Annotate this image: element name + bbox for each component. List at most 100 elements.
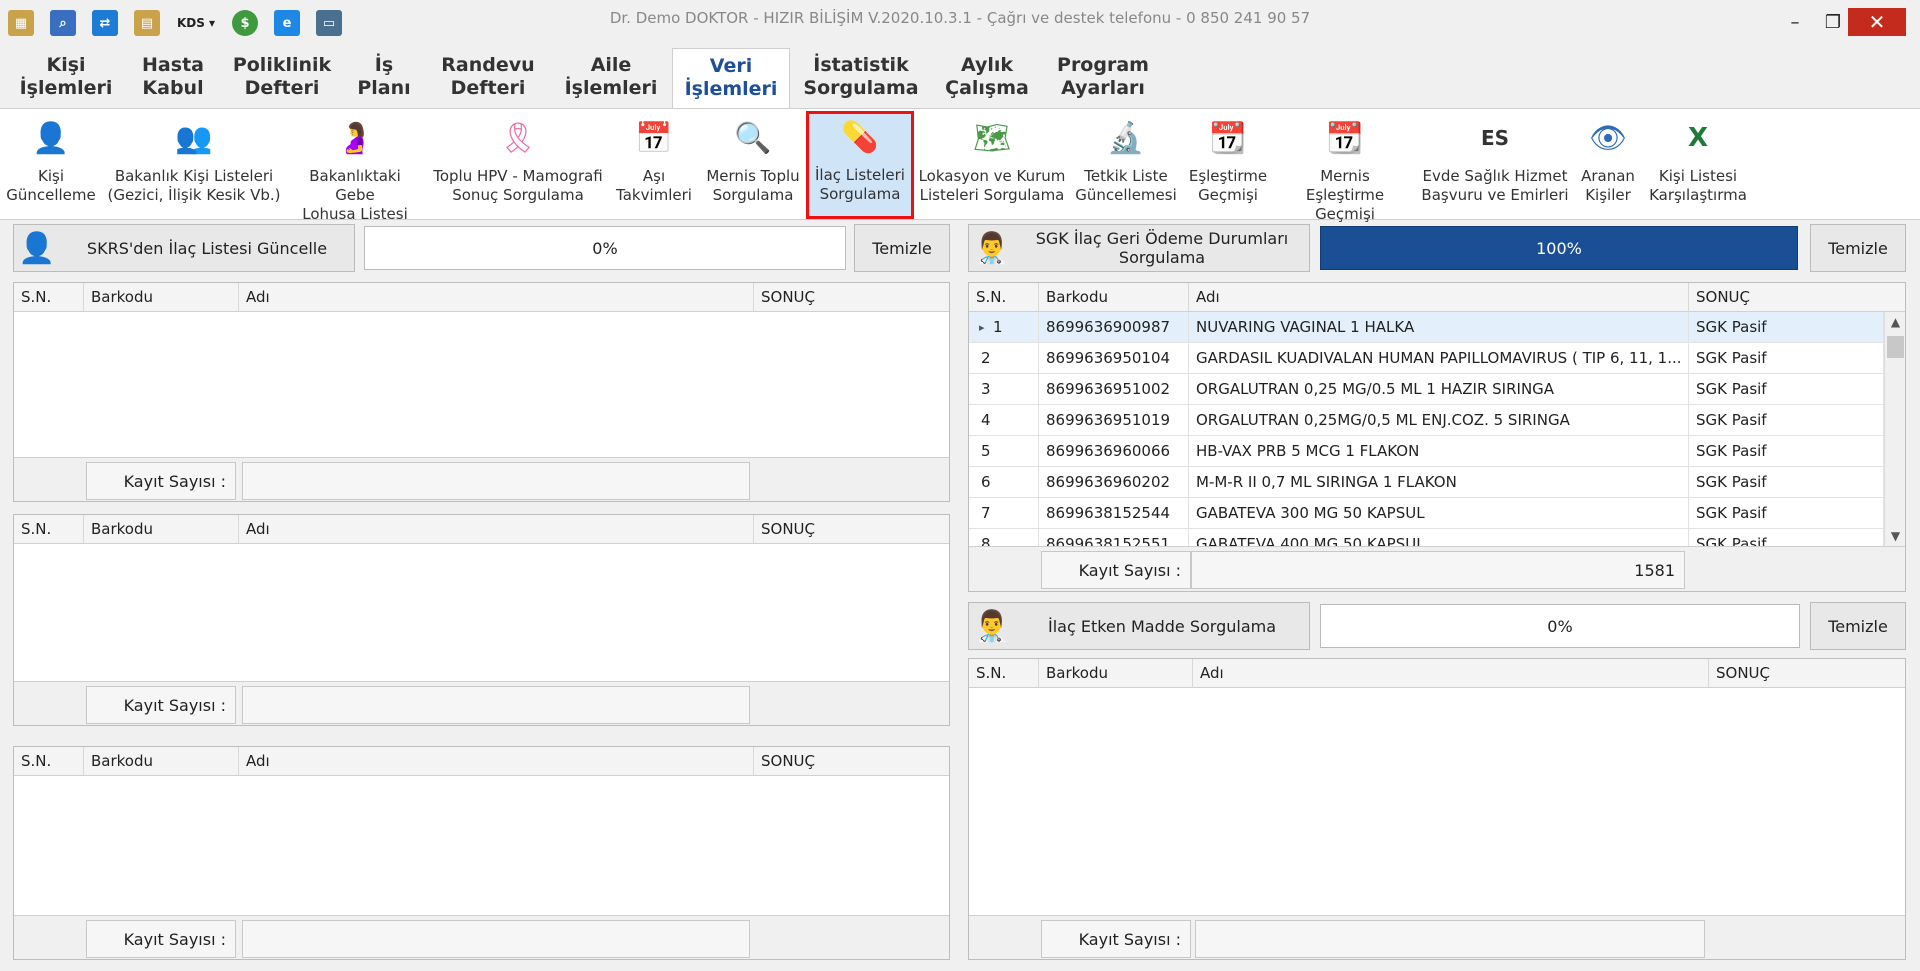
column-sn[interactable]: S.N. <box>969 659 1039 688</box>
ribbon-eslestirme-gecmisi[interactable]: 📆 Eşleştirme Geçmişi <box>1184 115 1272 217</box>
doctor-icon: 👨‍⚕️ <box>973 608 1011 644</box>
cell-sonuc: SGK Pasif <box>1689 436 1884 467</box>
column-sonuc[interactable]: SONUÇ <box>1689 283 1885 312</box>
record-count-value <box>242 462 750 500</box>
restore-button[interactable]: ❐ <box>1818 8 1848 36</box>
column-adi[interactable]: Adı <box>239 515 754 544</box>
cell-barkodu: 8699636950104 <box>1039 343 1189 374</box>
ribbon-evde-saglik[interactable]: ES Evde Sağlık Hizmet Başvuru ve Emirleri <box>1420 115 1570 217</box>
right-bottom-clear-button[interactable]: Temizle <box>1810 602 1906 650</box>
table-row[interactable]: 5 8699636960066 HB-VAX PRB 5 MCG 1 FLAKON S… <box>969 436 1884 467</box>
ribbon-tetkik-liste[interactable]: 🔬 Tetkik Liste Güncellemesi <box>1074 115 1178 217</box>
table-row[interactable]: 1 8699636900987 NUVARING VAGINAL 1 HALKA SG… <box>969 312 1884 343</box>
table-row[interactable]: 4 8699636951019 ORGALUTRAN 0,25MG/0,5 ML E… <box>969 405 1884 436</box>
left-clear-button[interactable]: Temizle <box>854 224 950 272</box>
column-sonuc[interactable]: SONUÇ <box>754 283 949 312</box>
ribbon-ilac-listeleri[interactable]: 💊 İlaç Listeleri Sorgulama <box>806 111 914 219</box>
column-adi[interactable]: Adı <box>1193 659 1709 688</box>
column-sn[interactable]: S.N. <box>969 283 1039 312</box>
skrs-progress: 0% <box>364 226 846 270</box>
grid-header: S.N. Barkodu Adı SONUÇ <box>14 515 949 544</box>
ribbon-bakanlik-kisi-listeleri[interactable]: 👥 Bakanlık Kişi Listeleri (Gezici, İlişik… <box>106 115 282 217</box>
cell-sonuc: SGK Pasif <box>1689 343 1884 374</box>
cell-sonuc: SGK Pasif <box>1689 498 1884 529</box>
sgk-progress: 100% <box>1320 226 1798 270</box>
sgk-result-grid[interactable]: S.N. Barkodu Adı SONUÇ 1 8699636900987 NUV… <box>968 282 1906 592</box>
column-sn[interactable]: S.N. <box>14 515 84 544</box>
column-sn[interactable]: S.N. <box>14 283 84 312</box>
grid-footer: Kayıt Sayısı : <box>14 681 949 725</box>
ribbon-aranan-kisiler[interactable]: 👁 Aranan Kişiler <box>1576 115 1640 217</box>
pink-ribbon-icon: 🎗 <box>498 120 538 156</box>
scroll-down-arrow-icon[interactable]: ▼ <box>1885 526 1905 546</box>
cell-sn: 2 <box>969 343 1039 374</box>
person-refresh-icon: 👤 <box>32 120 70 156</box>
cell-adi: ORGALUTRAN 0,25 MG/0.5 ML 1 HAZIR SIRING… <box>1189 374 1689 405</box>
scroll-up-arrow-icon[interactable]: ▲ <box>1885 312 1905 332</box>
table-row[interactable]: 2 8699636950104 GARDASIL KUADIVALAN HUMAN … <box>969 343 1884 374</box>
cell-adi: GABATEVA 300 MG 50 KAPSUL <box>1189 498 1689 529</box>
ribbon-asi-takvimleri[interactable]: 📅 Aşı Takvimleri <box>612 115 696 217</box>
vertical-scrollbar[interactable]: ▲ ▼ <box>1884 312 1905 546</box>
tab-hasta-kabul[interactable]: Hasta Kabul <box>130 54 216 108</box>
column-barkodu[interactable]: Barkodu <box>84 515 239 544</box>
column-sonuc[interactable]: SONUÇ <box>1709 659 1905 688</box>
grid-header: S.N. Barkodu Adı SONUÇ <box>14 747 949 776</box>
table-row[interactable]: 6 8699636960202 M-M-R II 0,7 ML SIRINGA 1 … <box>969 467 1884 498</box>
right-top-clear-button[interactable]: Temizle <box>1810 224 1906 272</box>
sgk-query-button[interactable]: 👨‍⚕️ SGK İlaç Geri Ödeme Durumları Sorgul… <box>968 224 1310 272</box>
ribbon-gebe-lohusa[interactable]: 🤰 Bakanlıktaki Gebe Lohusa Listesi <box>288 115 422 223</box>
tab-poliklinik-defteri[interactable]: Poliklinik Defteri <box>226 54 338 108</box>
lab-refresh-icon: 🔬 <box>1107 120 1145 156</box>
column-barkodu[interactable]: Barkodu <box>1039 659 1193 688</box>
left-grid-1[interactable]: S.N. Barkodu Adı SONUÇ Kayıt Sayısı : <box>13 282 950 502</box>
left-grid-2[interactable]: S.N. Barkodu Adı SONUÇ Kayıt Sayısı : <box>13 514 950 726</box>
people-group-icon: 👥 <box>175 120 213 156</box>
etken-result-grid[interactable]: S.N. Barkodu Adı SONUÇ Kayıt Sayısı : <box>968 658 1906 960</box>
table-row[interactable]: 3 8699636951002 ORGALUTRAN 0,25 MG/0.5 ML … <box>969 374 1884 405</box>
cell-adi: HB-VAX PRB 5 MCG 1 FLAKON <box>1189 436 1689 467</box>
column-barkodu[interactable]: Barkodu <box>84 747 239 776</box>
column-barkodu[interactable]: Barkodu <box>1039 283 1189 312</box>
ribbon-toplu-hpv[interactable]: 🎗 Toplu HPV - Mamografi Sonuç Sorgulama <box>432 115 604 217</box>
left-grid-3[interactable]: S.N. Barkodu Adı SONUÇ Kayıt Sayısı : <box>13 746 950 960</box>
tab-aile-islemleri[interactable]: Aile İşlemleri <box>558 54 664 108</box>
column-sn[interactable]: S.N. <box>14 747 84 776</box>
close-button[interactable]: ✕ <box>1848 8 1906 36</box>
ribbon-kisi-guncelleme[interactable]: 👤 Kişi Güncelleme <box>6 115 96 217</box>
column-barkodu[interactable]: Barkodu <box>84 283 239 312</box>
column-adi[interactable]: Adı <box>1189 283 1689 312</box>
tab-is-plani[interactable]: İş Planı <box>350 54 418 108</box>
column-adi[interactable]: Adı <box>239 283 754 312</box>
tab-randevu-defteri[interactable]: Randevu Defteri <box>432 54 544 108</box>
tab-istatistik-sorgulama[interactable]: İstatistik Sorgulama <box>798 54 924 108</box>
scroll-thumb[interactable] <box>1887 336 1904 358</box>
tab-program-ayarlari[interactable]: Program Ayarları <box>1052 54 1154 108</box>
pregnant-icon: 🤰 <box>336 120 374 156</box>
column-sonuc[interactable]: SONUÇ <box>754 515 949 544</box>
etken-madde-button[interactable]: 👨‍⚕️ İlaç Etken Madde Sorgulama <box>968 602 1310 650</box>
cell-sn: 5 <box>969 436 1039 467</box>
record-count-value <box>242 920 750 958</box>
cell-barkodu: 8699636951002 <box>1039 374 1189 405</box>
tab-kisi-islemleri[interactable]: Kişi İşlemleri <box>14 54 118 108</box>
column-adi[interactable]: Adı <box>239 747 754 776</box>
row-indicator-icon: ▸ <box>979 321 985 334</box>
ribbon-kisi-listesi-karsilastirma[interactable]: X Kişi Listesi Karşılaştırma <box>1648 115 1748 217</box>
record-count-label: Kayıt Sayısı : <box>86 686 236 724</box>
ribbon-mernis-eslestirme[interactable]: 📆 Mernis Eşleştirme Geçmişi <box>1280 115 1410 223</box>
skrs-update-button[interactable]: 👤 SKRS'den İlaç Listesi Güncelle <box>13 224 355 272</box>
eye-icon: 👁 <box>1588 120 1628 156</box>
ribbon-lokasyon-kurum[interactable]: 🗺 Lokasyon ve Kurum Listeleri Sorgulama <box>918 115 1066 217</box>
ribbon-mernis-toplu[interactable]: 🔍 Mernis Toplu Sorgulama <box>704 115 802 217</box>
cell-barkodu: 8699636951019 <box>1039 405 1189 436</box>
grid-footer: Kayıt Sayısı : <box>969 915 1905 959</box>
minimize-button[interactable]: – <box>1780 8 1810 36</box>
cell-barkodu: 8699636960066 <box>1039 436 1189 467</box>
tab-aylik-calisma[interactable]: Aylık Çalışma <box>938 54 1036 108</box>
pill-icon: 💊 <box>841 119 879 155</box>
tab-veri-islemleri[interactable]: Veri İşlemleri <box>672 48 790 110</box>
column-sonuc[interactable]: SONUÇ <box>754 747 949 776</box>
table-row[interactable]: 7 8699638152544 GABATEVA 300 MG 50 KAPSUL S… <box>969 498 1884 529</box>
record-count-label: Kayıt Sayısı : <box>1041 920 1191 958</box>
